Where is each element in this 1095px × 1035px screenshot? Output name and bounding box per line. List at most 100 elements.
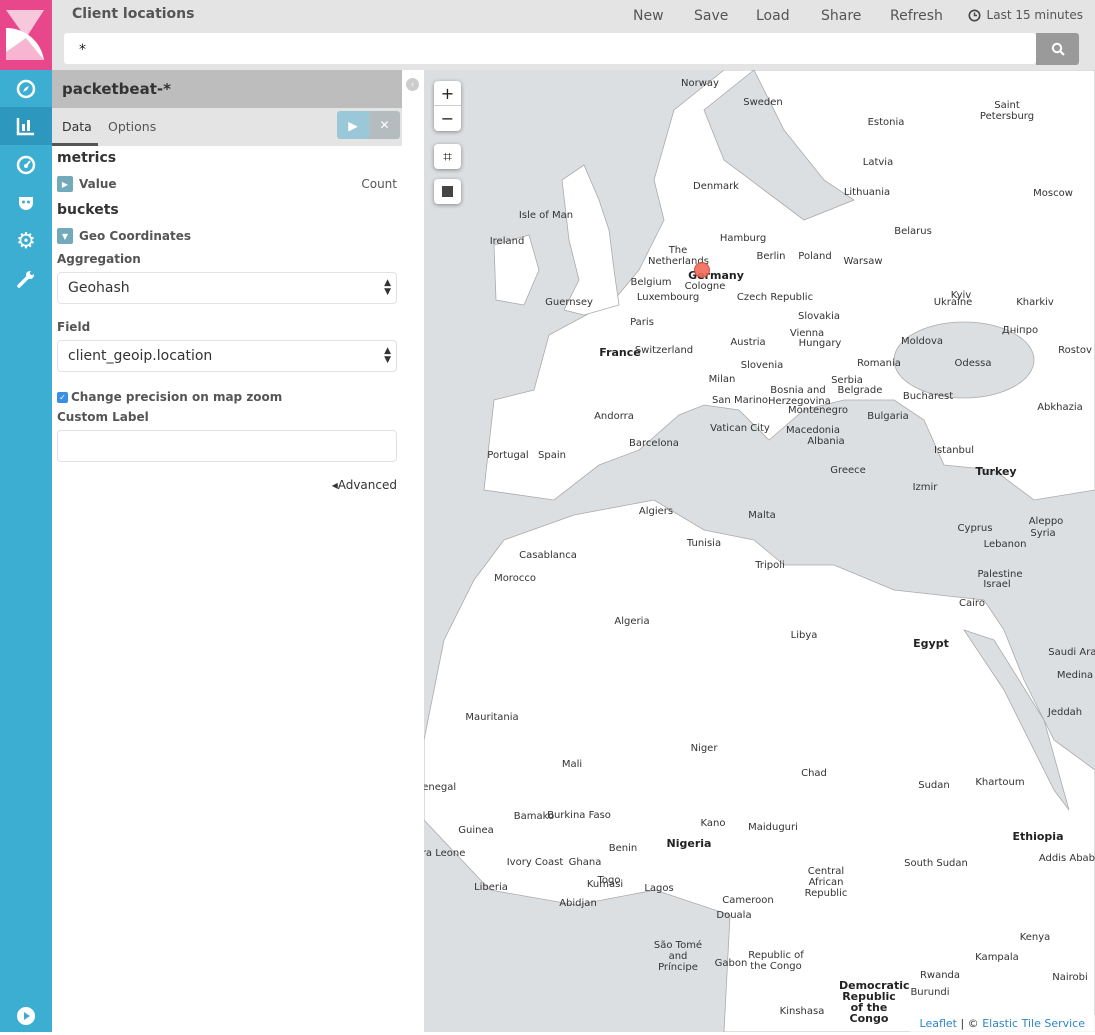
- sort-icon: ▲ ▼: [384, 278, 391, 297]
- map-label: Belarus: [894, 226, 932, 237]
- gear-icon[interactable]: ⚙: [0, 222, 52, 260]
- map-label: Republic of the Congo: [748, 950, 804, 972]
- map-label: Odessa: [954, 358, 992, 369]
- map-attribution: Leaflet | © Elastic Tile Service: [909, 1015, 1095, 1032]
- map-label: Moscow: [1033, 188, 1073, 199]
- custom-label-input[interactable]: [57, 430, 397, 462]
- field-value: client_geoip.location: [68, 348, 213, 364]
- devtools-icon[interactable]: [0, 184, 52, 222]
- leaflet-link[interactable]: Leaflet: [920, 1017, 957, 1030]
- dashboard-icon[interactable]: [0, 146, 52, 184]
- map-label: Douala: [716, 910, 752, 921]
- map-label: Kharkiv: [1016, 297, 1054, 308]
- close-icon: ✕: [379, 118, 390, 132]
- draw-rectangle-button[interactable]: [434, 179, 461, 204]
- field-select[interactable]: client_geoip.location ▲ ▼: [57, 340, 397, 372]
- play-icon: ▶: [348, 117, 358, 133]
- map-label: Spain: [538, 450, 566, 461]
- aggregation-select[interactable]: Geohash ▲ ▼: [57, 272, 397, 304]
- caret-down-icon[interactable]: ▼: [57, 228, 73, 244]
- map-label: Kano: [700, 818, 726, 829]
- save-button[interactable]: Save: [694, 8, 728, 24]
- advanced-toggle[interactable]: ◂Advanced: [332, 478, 397, 492]
- map-label: Romania: [857, 358, 901, 369]
- elastic-tile-service-link[interactable]: Elastic Tile Service: [982, 1017, 1085, 1030]
- map-label: Portugal: [487, 450, 529, 461]
- query-input[interactable]: *: [64, 33, 1036, 64]
- map-label: Egypt: [913, 637, 949, 650]
- map-label: Rwanda: [919, 970, 961, 981]
- time-picker[interactable]: Last 15 minutes: [968, 8, 1083, 22]
- map-label: Denmark: [693, 181, 739, 192]
- apply-button[interactable]: ▶: [337, 111, 369, 139]
- map-label: Berlin: [756, 251, 786, 262]
- crop-button[interactable]: ⌗: [434, 144, 461, 169]
- page-title: Client locations: [72, 6, 195, 22]
- map-label: Malta: [748, 510, 776, 521]
- editor-panel: packetbeat-* Data Options ▶ ✕ metrics ▶ V…: [52, 70, 402, 1032]
- map-label: Sierra Leone: [424, 848, 466, 859]
- map-label: Tunisia: [686, 538, 722, 549]
- compass-icon[interactable]: [0, 70, 52, 108]
- bar-chart-icon[interactable]: [0, 107, 52, 145]
- zoom-in-button[interactable]: +: [434, 81, 461, 106]
- map-label: Macedonia: [785, 425, 841, 436]
- geohash-marker[interactable]: [694, 262, 710, 278]
- metric-type: Count: [361, 177, 397, 191]
- map-label: Ukraine: [933, 297, 973, 308]
- map-label: Central African Republic: [804, 866, 848, 899]
- side-nav: ⚙: [0, 0, 52, 1032]
- map-label: Greece: [830, 465, 866, 476]
- map-label: Khartoum: [975, 777, 1025, 788]
- map-label: Ivory Coast: [506, 857, 564, 868]
- map-label: Syria: [1030, 528, 1056, 539]
- tab-options[interactable]: Options: [108, 119, 156, 134]
- map-label: Burundi: [910, 987, 950, 998]
- map-label: Slovakia: [798, 311, 840, 322]
- map-label: Medina: [1056, 670, 1094, 681]
- wrench-icon[interactable]: [0, 260, 52, 298]
- map-label: Guinea: [458, 825, 494, 836]
- bucket-geo-row[interactable]: ▼ Geo Coordinates: [57, 228, 191, 244]
- attribution-separator: | ©: [960, 1017, 979, 1030]
- tab-data[interactable]: Data: [62, 119, 92, 134]
- map-label: Ghana: [568, 857, 602, 868]
- crop-icon: ⌗: [442, 146, 452, 166]
- load-button[interactable]: Load: [756, 8, 790, 24]
- map-label: Cologne: [684, 281, 726, 292]
- map-label: South Sudan: [904, 858, 968, 869]
- map-label: Austria: [730, 337, 766, 348]
- custom-label-label: Custom Label: [57, 410, 149, 424]
- map-label: Kumasi: [586, 879, 624, 890]
- metric-value-row[interactable]: ▶ Value Count: [57, 176, 397, 192]
- collapse-sidebar-button[interactable]: ‹: [406, 78, 419, 91]
- kibana-logo[interactable]: [0, 0, 52, 70]
- map-label: Дніпро: [1001, 325, 1039, 336]
- map-label: Kampala: [975, 952, 1019, 963]
- map-label: Maiduguri: [748, 822, 798, 833]
- map-label: Warsaw: [843, 256, 883, 267]
- zoom-out-button[interactable]: −: [434, 106, 461, 131]
- map-label: Saint Petersburg: [979, 100, 1035, 122]
- metric-label: Value: [79, 177, 117, 191]
- map[interactable]: Norway Sweden Saint Petersburg Estonia Latvi…: [424, 70, 1095, 1032]
- map-label: Vienna: [789, 328, 825, 339]
- index-pattern-title: packetbeat-*: [52, 70, 402, 108]
- play-icon[interactable]: [0, 997, 52, 1035]
- map-label: Lithuania: [843, 187, 891, 198]
- map-label: Barcelona: [629, 438, 679, 449]
- precision-checkbox[interactable]: ✓: [57, 391, 68, 403]
- search-button[interactable]: [1036, 33, 1079, 65]
- discard-button[interactable]: ✕: [369, 111, 400, 139]
- refresh-button[interactable]: Refresh: [890, 8, 943, 24]
- map-label: Isle of Man: [518, 210, 574, 221]
- map-label: Cairo: [959, 598, 985, 609]
- map-label: Cyprus: [957, 523, 993, 534]
- precision-checkbox-row[interactable]: ✓ Change precision on map zoom: [57, 390, 282, 404]
- map-label: Latvia: [862, 157, 894, 168]
- share-button[interactable]: Share: [821, 8, 861, 24]
- caret-right-icon[interactable]: ▶: [57, 176, 73, 192]
- search-icon: [1051, 42, 1065, 56]
- new-button[interactable]: New: [633, 8, 664, 24]
- map-label: Cameroon: [722, 895, 774, 906]
